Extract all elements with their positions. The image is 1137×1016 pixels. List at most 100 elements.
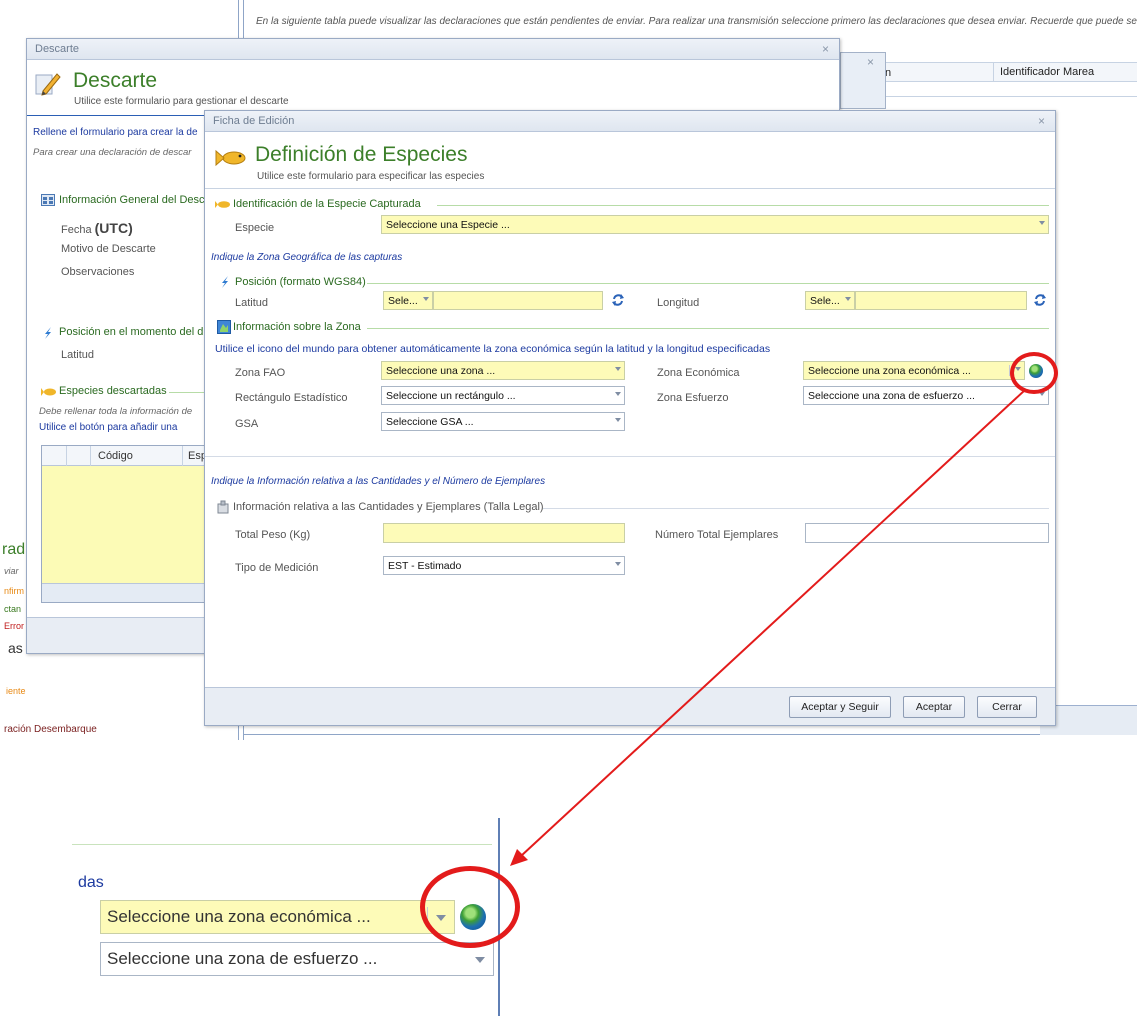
rectangulo-label: Rectángulo Estadístico [235, 392, 348, 404]
grid-column-codigo[interactable]: Código [98, 450, 133, 462]
tipo-medicion-select[interactable]: EST - Estimado [383, 556, 625, 575]
zona-fao-select[interactable]: Seleccione una zona ... [381, 361, 625, 380]
left-fragment[interactable]: Error [4, 621, 24, 631]
page-subtitle: Utilice este formulario para gestionar e… [74, 96, 289, 107]
motivo-label: Motivo de Descarte [61, 243, 156, 255]
divider [205, 456, 1055, 457]
zona-esfuerzo-label: Zona Esfuerzo [657, 392, 729, 404]
section-posicion: Posición (formato WGS84) [235, 276, 366, 288]
rectangulo-select[interactable]: Seleccione un rectángulo ... [381, 386, 625, 405]
form-note: Para crear una declaración de descar [33, 147, 192, 158]
window-title: Ficha de Edición [213, 115, 295, 127]
chevron-down-icon[interactable] [845, 297, 851, 301]
chevron-down-icon[interactable] [615, 418, 621, 422]
section-rule [169, 392, 209, 393]
refresh-icon[interactable] [611, 293, 625, 307]
zoom-zona-esfuerzo-select[interactable]: Seleccione una zona de esfuerzo ... [100, 942, 494, 976]
highlight-circle [1010, 352, 1058, 394]
latitud-input[interactable] [433, 291, 603, 310]
chevron-down-icon[interactable] [1039, 221, 1045, 225]
cerrar-button[interactable]: Cerrar [977, 696, 1037, 718]
compass-icon [45, 327, 51, 339]
left-fragment: rad [2, 541, 26, 558]
close-icon[interactable]: × [1038, 114, 1045, 128]
close-icon[interactable]: × [822, 42, 829, 56]
grid-divider [90, 446, 91, 466]
section-especies-descartadas: Especies descartadas [59, 385, 167, 397]
observaciones-label: Observaciones [61, 266, 135, 278]
chevron-down-icon[interactable] [615, 392, 621, 396]
numero-ejemplares-label: Número Total Ejemplares [655, 529, 779, 541]
pencil-icon [35, 73, 61, 96]
zoom-zona-economica-select[interactable]: Seleccione una zona económica ... [100, 900, 455, 934]
left-fragment[interactable]: iente [6, 686, 26, 696]
grid-footer [42, 583, 206, 602]
zoom-section-rule [72, 844, 492, 845]
total-peso-input[interactable] [383, 523, 625, 543]
section-rule [367, 283, 1049, 284]
header-divider [205, 188, 1055, 189]
zoom-label-fragment: das [78, 874, 104, 891]
grid-column-identificador-marea[interactable]: Identificador Marea [993, 63, 1094, 81]
longitud-label: Longitud [657, 297, 700, 309]
chevron-down-icon[interactable] [423, 297, 429, 301]
chevron-down-icon[interactable] [475, 957, 485, 963]
section-identificacion: Identificación de la Especie Capturada [233, 198, 421, 210]
calendar-icon [41, 194, 55, 206]
gsa-select[interactable]: Seleccione GSA ... [381, 412, 625, 431]
tipo-medicion-label: Tipo de Medición [235, 562, 319, 574]
fish-icon [215, 201, 230, 208]
chevron-down-icon[interactable] [615, 367, 621, 371]
form-instruction: Rellene el formulario para crear la de [33, 127, 198, 138]
especie-select-value: Seleccione una Especie ... [386, 219, 510, 231]
zona-economica-label: Zona Económica [657, 367, 740, 379]
left-fragment[interactable]: ctan [4, 604, 21, 614]
grid-divider [182, 446, 183, 466]
longitud-input[interactable] [855, 291, 1027, 310]
window-title-bar: Ficha de Edición × [205, 111, 1055, 132]
gsa-value: Seleccione GSA ... [386, 416, 474, 428]
left-fragment: as [8, 640, 23, 656]
page-title: Definición de Especies [255, 143, 468, 166]
fecha-label-text: Fecha [61, 224, 92, 236]
page-title: Descarte [73, 69, 158, 92]
map-icon [217, 320, 231, 334]
section-rule [367, 328, 1049, 329]
grid-divider [66, 446, 67, 466]
aceptar-y-seguir-button[interactable]: Aceptar y Seguir [789, 696, 891, 718]
left-fragment[interactable]: viar [4, 566, 19, 576]
chevron-down-icon[interactable] [615, 562, 621, 566]
left-fragment[interactable]: nfirm [4, 586, 24, 596]
zona-economica-select[interactable]: Seleccione una zona económica ... [803, 361, 1025, 380]
grid-header: Código Esp [42, 446, 207, 466]
aceptar-button[interactable]: Aceptar [903, 696, 965, 718]
longitud-hemisphere-select[interactable]: Sele... [805, 291, 855, 310]
page-subtitle: Utilice este formulario para especificar… [257, 171, 485, 182]
hidden-window-edge: × [840, 52, 886, 109]
window-border [244, 734, 1137, 735]
section-info-general: Información General del Desc [59, 194, 205, 206]
latitud-label: Latitud [61, 349, 95, 361]
zona-economica-value: Seleccione una zona económica ... [808, 365, 971, 377]
fish-icon [215, 149, 246, 167]
utc-label: (UTC) [94, 220, 133, 236]
total-peso-label: Total Peso (Kg) [235, 529, 311, 541]
section-cantidades: Información relativa a las Cantidades y … [233, 501, 544, 513]
zona-fao-value: Seleccione una zona ... [386, 365, 496, 377]
especies-note: Debe rellenar toda la información de [39, 406, 193, 417]
especies-button-hint: Utilice el botón para añadir una [39, 422, 178, 433]
numero-ejemplares-input[interactable] [805, 523, 1049, 543]
tipo-medicion-value: EST - Estimado [388, 560, 462, 572]
scale-icon [217, 500, 229, 514]
left-fragment[interactable]: ración Desembarque [4, 724, 97, 735]
zona-fao-label: Zona FAO [235, 367, 286, 379]
zona-esfuerzo-select[interactable]: Seleccione una zona de esfuerzo ... [803, 386, 1049, 405]
window-title-bar: Descarte × [27, 39, 839, 60]
latitud-hemisphere-value: Sele... [388, 295, 418, 307]
especie-select[interactable]: Seleccione una Especie ... [381, 215, 1049, 234]
refresh-icon[interactable] [1033, 293, 1047, 307]
especies-grid[interactable]: Código Esp [41, 445, 207, 603]
cantidades-hint: Indique la Información relativa a las Ca… [211, 476, 546, 487]
close-icon[interactable]: × [867, 55, 874, 69]
latitud-hemisphere-select[interactable]: Sele... [383, 291, 433, 310]
